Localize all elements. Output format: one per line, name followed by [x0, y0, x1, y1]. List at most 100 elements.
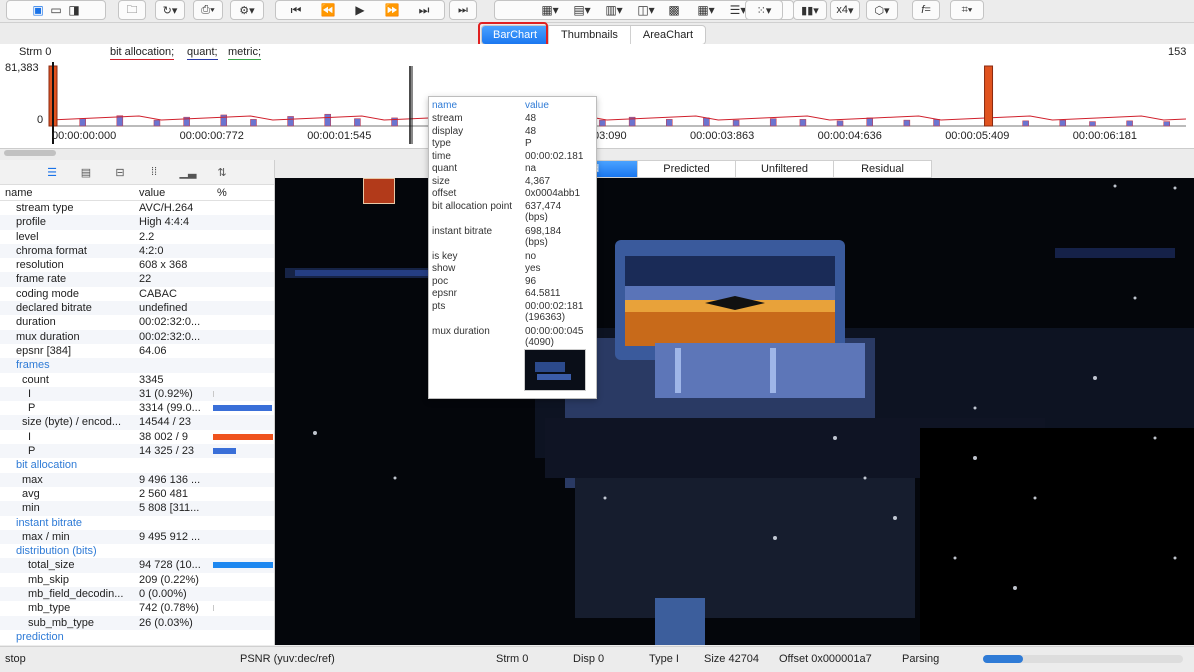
formula-button[interactable]: f= — [912, 0, 940, 20]
info-row[interactable]: I 31 (0.92%) — [0, 386, 274, 402]
script-button[interactable]: ⌗▾ — [950, 0, 984, 20]
grid-overlay-icon[interactable]: ▦▾ — [541, 3, 559, 17]
info-row[interactable]: frame rate 22 — [0, 272, 274, 287]
p-frame-bar[interactable] — [703, 117, 710, 127]
tab-predicted[interactable]: Predicted — [637, 161, 735, 177]
p-frame-bar[interactable] — [287, 116, 294, 127]
info-row[interactable]: max 9 496 136 ... — [0, 472, 274, 487]
info-row[interactable]: max / min 9 495 912 ... — [0, 529, 274, 545]
chart-type-button[interactable]: ▮▮▾ — [793, 0, 827, 20]
p-frame-bar[interactable] — [666, 119, 673, 127]
stats-icon[interactable]: ▁▃ — [178, 166, 198, 179]
info-row[interactable]: instant bitrate — [0, 516, 274, 530]
open-file-button[interactable]: 🗀 — [118, 0, 146, 20]
p-frame-bar[interactable] — [799, 119, 807, 127]
p-frame-bar[interactable] — [250, 119, 257, 127]
info-list-icon[interactable]: ☰ — [42, 166, 62, 179]
export-button[interactable]: ⎙▾ — [193, 0, 223, 20]
info-row[interactable]: chroma format 4:2:0 — [0, 243, 274, 259]
info-row[interactable]: mux duration 00:02:32:0... — [0, 329, 274, 344]
partition-icon[interactable]: ▦▾ — [697, 3, 715, 17]
playback-controls[interactable]: ⏮ ⏪ ▶ ⏩ ⏭ — [275, 0, 445, 20]
layout-segmented-control[interactable]: ▣ ▭ ◨ — [6, 0, 106, 20]
bottom-panel-icon[interactable]: ▭ — [47, 3, 65, 17]
info-row[interactable]: mb_skip 209 (0.22%) — [0, 573, 274, 587]
info-row[interactable]: level 2.2 — [0, 230, 274, 244]
info-row[interactable]: P 14 325 / 23 — [0, 444, 274, 459]
hierarchy-icon[interactable]: ⊟ — [110, 166, 130, 179]
tab-residual[interactable]: Residual — [833, 161, 931, 177]
p-frame-bar[interactable] — [599, 119, 606, 127]
info-row[interactable]: P 3314 (99.0... — [0, 401, 274, 415]
heatmap-button[interactable]: ⁙▾ — [745, 0, 783, 20]
key-frame-bar[interactable] — [984, 65, 994, 127]
chart-canvas[interactable]: 00:00:00:000 00:00:00:772 00:00:01:545 00:0… — [0, 44, 1194, 148]
p-frame-bar[interactable] — [732, 119, 740, 127]
info-row[interactable]: mb_type 742 (0.78%) — [0, 601, 274, 615]
info-row[interactable]: profile High 4:4:4 — [0, 215, 274, 230]
info-row[interactable]: frames — [0, 358, 274, 373]
col-percent[interactable]: % — [217, 187, 227, 199]
info-row[interactable]: bit allocation — [0, 458, 274, 472]
prev-frame-icon[interactable]: ⏪ — [319, 3, 337, 17]
last-frame-icon[interactable]: ⏭ — [415, 3, 433, 18]
right-panel-icon[interactable]: ◨ — [65, 3, 83, 17]
p-frame-bar[interactable] — [220, 114, 228, 127]
info-row[interactable]: duration 00:02:32:0... — [0, 315, 274, 329]
zoom-select[interactable]: x4 ▾ — [830, 0, 860, 20]
info-row[interactable]: declared bitrate undefined — [0, 301, 274, 316]
3d-view-button[interactable]: ⬡▾ — [866, 0, 898, 20]
p-frame-bar[interactable] — [1163, 121, 1170, 127]
p-frame-bar[interactable] — [1089, 121, 1096, 127]
info-row[interactable]: I 38 002 / 9 — [0, 430, 274, 444]
info-row[interactable]: count 3345 — [0, 373, 274, 387]
info-row[interactable]: stream type AVC/H.264 — [0, 201, 274, 215]
next-frame-icon[interactable]: ⏩ — [383, 3, 401, 17]
frame-list-icon[interactable]: ▤ — [76, 166, 96, 179]
tab-thumbnails[interactable]: Thumbnails — [548, 26, 630, 44]
p-frame-bar[interactable] — [836, 120, 844, 127]
p-frame-bar[interactable] — [1059, 119, 1067, 127]
col-name[interactable]: name — [5, 187, 33, 199]
tab-areachart[interactable]: AreaChart — [629, 26, 705, 44]
tab-barchart[interactable]: BarChart — [482, 26, 549, 44]
info-row[interactable]: resolution 608 x 368 — [0, 258, 274, 272]
p-frame-bar[interactable] — [903, 119, 911, 127]
info-row[interactable]: epsnr [384] 64.06 — [0, 344, 274, 358]
first-frame-icon[interactable]: ⏮ — [287, 3, 305, 18]
info-row[interactable]: distribution (bits) — [0, 544, 274, 558]
selected-macroblock[interactable] — [363, 178, 395, 204]
mv-overlay-icon[interactable]: ◫▾ — [637, 3, 655, 17]
compare-icon[interactable]: ⇅ — [212, 166, 232, 179]
p-frame-bar[interactable] — [153, 119, 161, 127]
p-frame-bar[interactable] — [866, 117, 873, 127]
tab-unfiltered[interactable]: Unfiltered — [735, 161, 833, 177]
p-frame-bar[interactable] — [354, 118, 361, 127]
info-row[interactable]: size (byte) / encod... 14544 / 23 — [0, 415, 274, 430]
info-row[interactable]: avg 2 560 481 — [0, 487, 274, 501]
reload-button[interactable]: ↻▾ — [155, 0, 185, 20]
play-icon[interactable]: ▶ — [351, 3, 369, 17]
info-row[interactable]: prediction — [0, 630, 274, 644]
mb-overlay-icon[interactable]: ▥▾ — [605, 3, 623, 17]
fast-forward-button[interactable]: ⏭ — [449, 0, 477, 20]
p-frame-bar[interactable] — [769, 118, 777, 127]
p-frame-bar[interactable] — [933, 119, 940, 127]
block-overlay-icon[interactable]: ▤▾ — [573, 3, 591, 17]
info-row[interactable]: total_size 94 728 (10... — [0, 558, 274, 573]
tiles-icon[interactable]: ▩ — [665, 3, 683, 17]
p-frame-bar[interactable] — [79, 118, 86, 127]
left-panel-icon[interactable]: ▣ — [29, 3, 47, 17]
grid-icon[interactable]: ⁞⁞ — [144, 166, 164, 178]
info-row[interactable]: mb_field_decodin... 0 (0.00%) — [0, 587, 274, 602]
col-value[interactable]: value — [139, 187, 165, 199]
info-row[interactable]: min 5 808 [311... — [0, 501, 274, 516]
chart-scrollbar[interactable] — [4, 150, 56, 156]
p-frame-bar[interactable] — [324, 113, 331, 127]
info-row[interactable]: sub_mb_type 26 (0.03%) — [0, 615, 274, 630]
decoder-button[interactable]: ⚙▾ — [230, 0, 264, 20]
p-frame-bar[interactable] — [1022, 120, 1029, 127]
video-frame-view[interactable] — [275, 178, 1194, 645]
bar-chart-panel[interactable]: Strm 0 bit allocation; quant; metric; 81… — [0, 44, 1194, 149]
info-row[interactable]: coding mode CABAC — [0, 287, 274, 301]
